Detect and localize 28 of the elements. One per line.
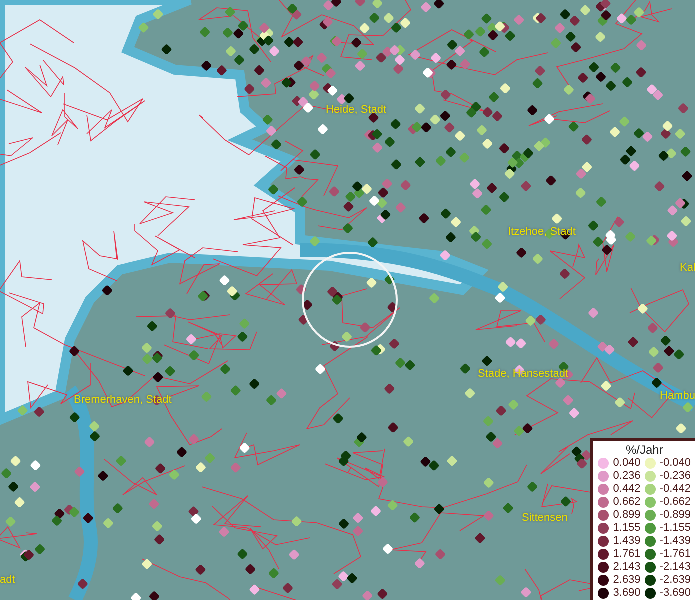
place-label: Sittensen bbox=[522, 512, 568, 524]
legend-value: 2.639 bbox=[613, 574, 641, 586]
legend-value: 1.439 bbox=[613, 535, 641, 547]
legend-value: 0.662 bbox=[613, 496, 641, 508]
legend-value: -1.155 bbox=[660, 522, 691, 534]
legend-value: -0.442 bbox=[660, 483, 691, 495]
legend-value: -2.639 bbox=[660, 574, 691, 586]
legend-value: -2.143 bbox=[660, 561, 691, 573]
legend-value: 1.155 bbox=[613, 522, 641, 534]
legend-value: -0.040 bbox=[660, 457, 691, 469]
place-label: Kal bbox=[680, 262, 695, 274]
legend-value: -0.236 bbox=[660, 470, 691, 482]
legend-value: 0.040 bbox=[613, 457, 641, 469]
legend-value: 0.899 bbox=[613, 509, 641, 521]
legend-title: %/Jahr bbox=[624, 443, 664, 457]
legend-value: 1.761 bbox=[613, 548, 641, 560]
legend-value: 2.143 bbox=[613, 561, 641, 573]
legend-value: 3.690 bbox=[613, 587, 641, 599]
legend-value: -3.690 bbox=[660, 587, 691, 599]
legend-value: -0.899 bbox=[660, 509, 691, 521]
place-label: Stade, Hansestadt bbox=[478, 368, 569, 380]
legend-value: -1.439 bbox=[660, 535, 691, 547]
legend-value: 0.236 bbox=[613, 470, 641, 482]
legend-value: -1.761 bbox=[660, 548, 691, 560]
place-label: Heide, Stadt bbox=[326, 104, 387, 116]
legend-value: 0.442 bbox=[613, 483, 641, 495]
place-label: adt bbox=[0, 574, 16, 586]
legend-value: -0.662 bbox=[660, 496, 691, 508]
